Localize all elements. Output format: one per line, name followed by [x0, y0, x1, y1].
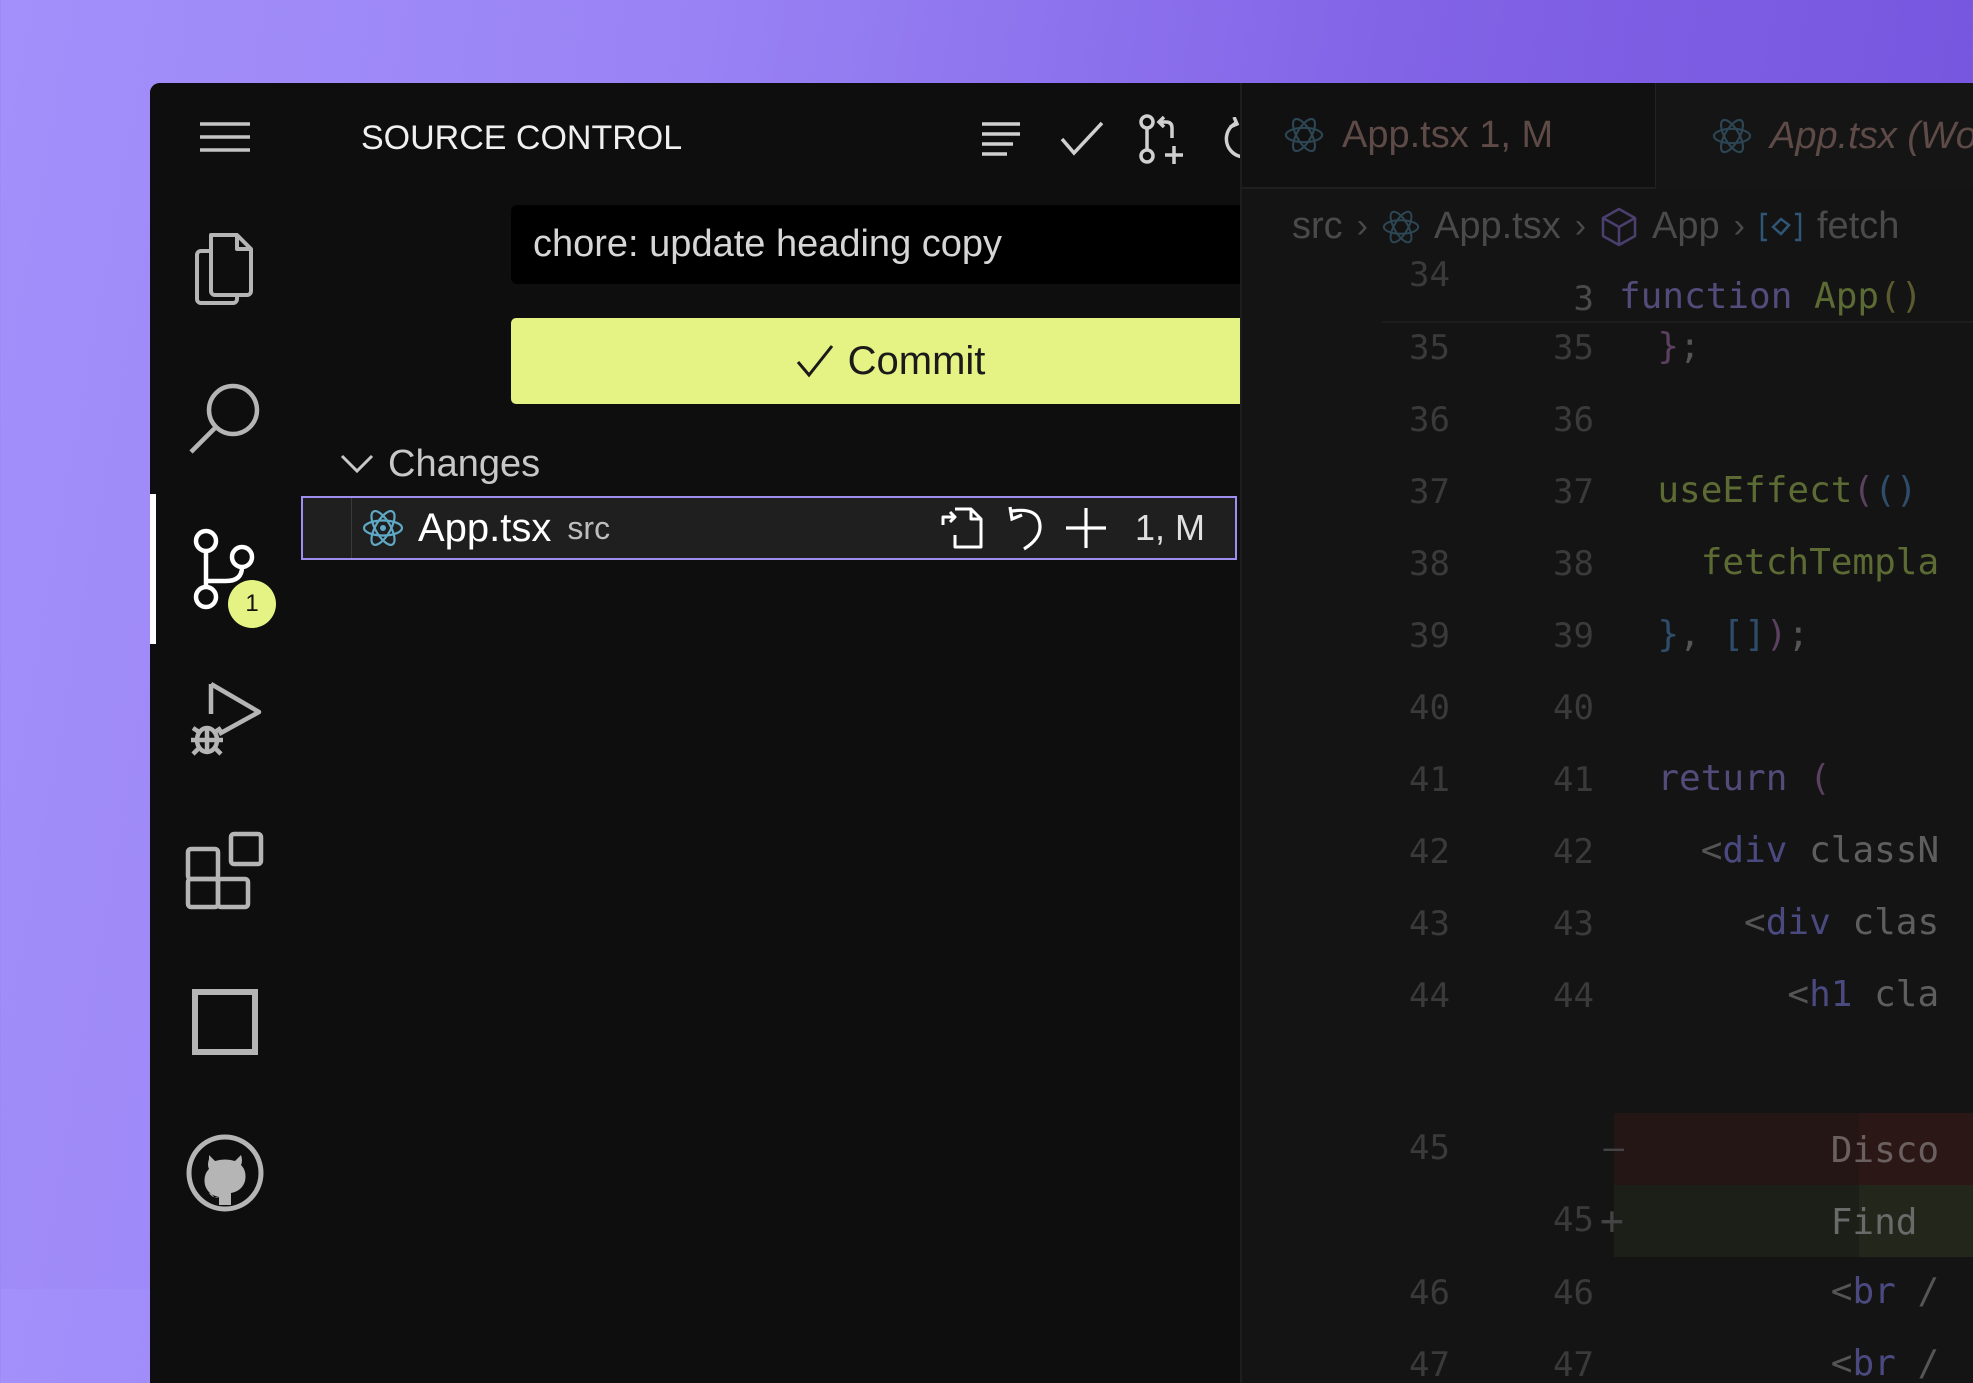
check-icon [1060, 121, 1103, 156]
plus-icon [1065, 508, 1106, 548]
code-line: fetchTempla [1700, 542, 1940, 583]
line-number-old: 44 [1409, 976, 1450, 1016]
line-number-old: 36 [1409, 400, 1450, 440]
line-number-old: 40 [1409, 688, 1450, 728]
source-control-panel: SOURCE CONTROL Commit [300, 83, 1352, 1383]
github-icon [186, 1134, 264, 1212]
extensions-button[interactable] [150, 816, 300, 926]
react-icon [362, 510, 404, 546]
file-name: App.tsx [418, 505, 552, 550]
commit-toolbar-button[interactable] [1041, 111, 1122, 167]
line-number-old: 34 [1409, 255, 1450, 295]
line-number-new: 44 [1553, 976, 1594, 1016]
code-line: <div classN [1700, 830, 1940, 871]
code-line: useEffect(() [1657, 470, 1918, 511]
activity-bar: 1 [150, 83, 300, 1383]
code-line: <div clas [1744, 902, 1940, 943]
line-number-old: 43 [1409, 904, 1450, 944]
line-number-old: 37 [1409, 472, 1450, 512]
editor-area: App.tsx 1, M App.tsx (Wo src › App.tsx ›… [1240, 83, 1973, 1383]
panel-title: SOURCE CONTROL [361, 119, 683, 157]
sticky-scroll-divider [1382, 321, 1973, 323]
sticky-line-number: 3 [1573, 279, 1594, 319]
extensions-icon [185, 831, 264, 910]
line-number-old: 47 [1409, 1345, 1450, 1383]
check-icon [796, 345, 833, 378]
removed-code-line: Disco [1614, 1130, 1940, 1171]
file-actions: 1, M [935, 501, 1205, 555]
github-button[interactable] [150, 1118, 300, 1228]
line-number-new: 43 [1553, 904, 1594, 944]
code-line: }; [1657, 326, 1701, 367]
discard-icon [1008, 506, 1042, 551]
line-number-new: 39 [1553, 616, 1594, 656]
code-line: }, []); [1657, 614, 1810, 655]
line-number-old: 42 [1409, 832, 1450, 872]
added-marker: + [1599, 1198, 1624, 1244]
source-control-badge: 1 [228, 580, 276, 628]
chevron-down-icon [340, 454, 374, 474]
run-debug-icon [191, 682, 262, 756]
commit-button[interactable]: Commit [511, 318, 1352, 404]
open-file-button[interactable] [935, 501, 989, 555]
search-button[interactable] [150, 363, 300, 473]
commit-label: Commit [847, 338, 986, 383]
line-number-new: 40 [1553, 688, 1594, 728]
removed-marker: — [1603, 1128, 1624, 1168]
sticky-code-line[interactable]: function App() [1619, 276, 1922, 317]
indent-guide [303, 498, 352, 558]
code-line: return ( [1657, 758, 1831, 799]
view-as-tree-button[interactable] [960, 111, 1041, 167]
stage-changes-button[interactable] [1059, 501, 1113, 555]
line-number-old: 45 [1409, 1128, 1450, 1168]
line-number-old: 38 [1409, 544, 1450, 584]
line-number-old: 39 [1409, 616, 1450, 656]
menu-button[interactable] [150, 83, 300, 193]
commit-message-input[interactable] [511, 205, 1352, 284]
file-status: 1, M [1134, 507, 1205, 548]
file-directory: src [567, 509, 611, 546]
line-number-new: 37 [1553, 472, 1594, 512]
square-button[interactable] [150, 967, 300, 1077]
line-number-new: 41 [1553, 760, 1594, 800]
added-code-line: Find [1614, 1202, 1940, 1243]
diff-editor[interactable]: 34 3 function App() 35 35 }; 36 36 37 37… [1242, 83, 1973, 1383]
line-number-old: 35 [1409, 328, 1450, 368]
line-number-new: 46 [1553, 1273, 1594, 1313]
code-line: <h1 cla [1787, 974, 1940, 1015]
line-number-new: 47 [1553, 1345, 1594, 1383]
square-icon [192, 989, 258, 1055]
list-icon [981, 122, 1020, 156]
open-file-icon [941, 507, 983, 549]
discard-changes-button[interactable] [997, 501, 1051, 555]
commit-main-action[interactable]: Commit [511, 318, 1270, 404]
line-number-new: 38 [1553, 544, 1594, 584]
changed-file-row[interactable]: App.tsx src 1, M [301, 496, 1237, 560]
pull-request-icon [1138, 114, 1183, 164]
search-icon [189, 383, 260, 454]
line-number-new: 35 [1553, 328, 1594, 368]
create-pull-request-button[interactable] [1122, 111, 1203, 167]
code-line: <br / [1830, 1343, 1940, 1383]
hamburger-menu-icon [200, 122, 250, 152]
source-control-button[interactable]: 1 [150, 514, 300, 628]
vscode-window: 1 SOURCE CONTROL chore: update heading c… [150, 83, 1973, 1383]
explorer-button[interactable] [150, 212, 300, 322]
line-number-old: 41 [1409, 760, 1450, 800]
run-debug-button[interactable] [150, 665, 300, 775]
changes-label: Changes [388, 442, 541, 485]
line-number-new: 36 [1553, 400, 1594, 440]
line-number-new: 42 [1553, 832, 1594, 872]
changes-group-header[interactable]: Changes 1 [340, 434, 1352, 494]
code-line: <br / [1830, 1271, 1940, 1312]
line-number-old: 46 [1409, 1273, 1450, 1313]
files-icon [195, 233, 253, 305]
